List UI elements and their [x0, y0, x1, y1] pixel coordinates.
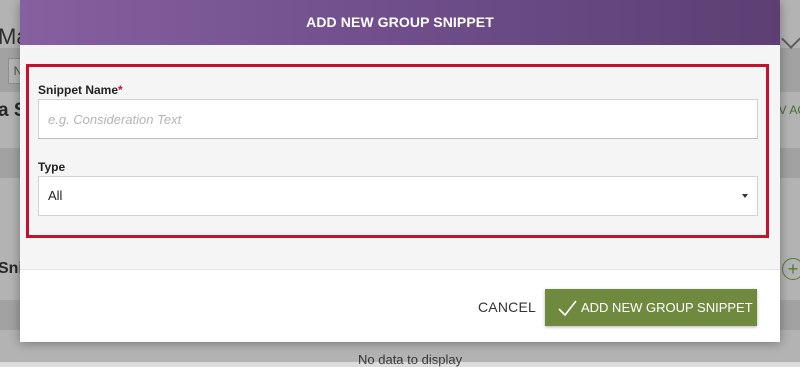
cancel-button[interactable]: CANCEL [468, 291, 546, 323]
snippet-name-label: Snippet Name* [38, 83, 123, 97]
type-select-value: All [48, 188, 63, 203]
checkmark-icon [558, 300, 577, 317]
snippet-name-input[interactable] [38, 99, 758, 139]
add-group-snippet-button[interactable]: ADD NEW GROUP SNIPPET [545, 289, 757, 326]
caret-down-icon [742, 194, 748, 198]
add-group-snippet-modal: ADD NEW GROUP SNIPPET Snippet Name* Type… [20, 0, 780, 342]
modal-title: ADD NEW GROUP SNIPPET [20, 0, 780, 45]
type-select[interactable]: All [38, 176, 758, 216]
type-label: Type [38, 160, 66, 174]
add-group-snippet-label: ADD NEW GROUP SNIPPET [581, 300, 753, 315]
required-asterisk: * [118, 83, 123, 97]
modal-footer: CANCEL ADD NEW GROUP SNIPPET [20, 269, 780, 342]
snippet-name-label-text: Snippet Name [38, 83, 119, 97]
modal-body: Snippet Name* Type All [20, 45, 780, 269]
